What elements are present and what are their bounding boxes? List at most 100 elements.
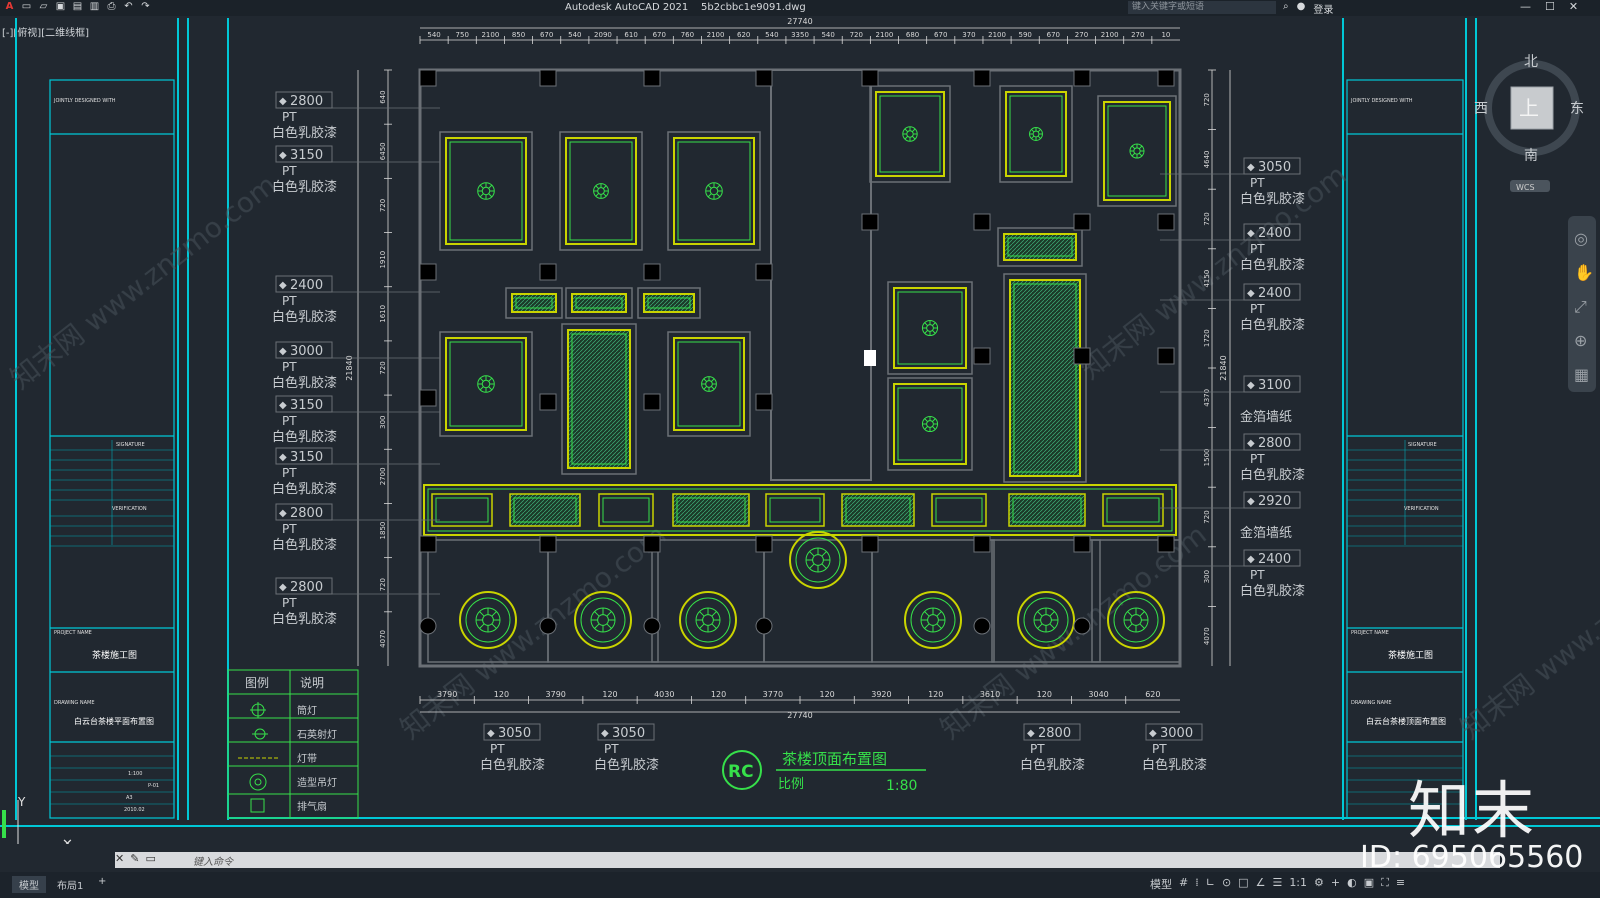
polar-icon[interactable]: ⊙ [1222, 876, 1231, 892]
bottom-dim-value: 3790 [437, 690, 457, 699]
new-file-icon[interactable]: ▭ [21, 1, 32, 13]
viewcube-north[interactable]: 北 [1524, 54, 1538, 70]
fixture-spoke [924, 611, 930, 617]
user-icon[interactable]: ● [1297, 1, 1306, 16]
bottom-dim-value: 3920 [871, 690, 891, 699]
fixture-spoke [1138, 145, 1143, 150]
fixture-spoke [1131, 145, 1136, 150]
top-dim-value: 720 [850, 31, 863, 39]
fixture-spoke [1031, 135, 1035, 139]
viewcube-south[interactable]: 南 [1524, 148, 1538, 164]
right-dim-value: 300 [1203, 570, 1211, 583]
elevation-height: 2400 [290, 278, 323, 293]
fixture-spoke [594, 611, 600, 617]
fixture-spoke [711, 611, 717, 617]
showmotion-icon[interactable]: ▦ [1574, 365, 1589, 384]
otrack-icon[interactable]: ∠ [1256, 876, 1266, 892]
grid-icon[interactable]: # [1179, 876, 1188, 892]
ceiling-fixture-inner [1133, 147, 1141, 155]
search-icon[interactable]: ⌕ [1283, 1, 1289, 16]
top-dim-value: 270 [1075, 31, 1088, 39]
command-line-icons: ✕ ✎ ▭ [115, 852, 156, 865]
wcs-menu[interactable]: WCS [1516, 183, 1535, 192]
window-controls: — ☐ ✕ [1520, 0, 1578, 13]
orbit-icon[interactable]: ⊕ [1574, 331, 1587, 350]
ortho-icon[interactable]: ∟ [1206, 876, 1215, 892]
left-scale-value: 1:100 [128, 771, 142, 777]
finish-code: PT [282, 360, 297, 374]
column [973, 347, 991, 365]
recent-commands-icon[interactable]: ▭ [145, 852, 155, 865]
pan-icon[interactable]: ✋ [1574, 263, 1594, 282]
viewcube-west[interactable]: 西 [1474, 101, 1488, 117]
top-dim-value: 670 [540, 31, 553, 39]
autocad-logo-icon[interactable]: A [4, 1, 15, 13]
minimize-icon[interactable]: — [1520, 0, 1531, 13]
top-dim-value: 760 [681, 31, 694, 39]
elevation-height: 3000 [290, 344, 323, 359]
elevation-symbol: ◆ [1247, 554, 1255, 565]
tab-model[interactable]: 模型 [12, 876, 46, 893]
login-link[interactable]: 登录 [1313, 1, 1333, 16]
fixture-spoke [1049, 611, 1055, 617]
plus-icon[interactable]: + [1331, 876, 1340, 892]
command-input[interactable]: 键入命令 [193, 853, 233, 868]
command-close-icon[interactable]: ✕ [115, 852, 124, 865]
print-icon[interactable]: ⎙ [106, 1, 117, 13]
fullscreen-icon[interactable]: ⛶ [1381, 876, 1389, 892]
lineweight-icon[interactable]: ☰ [1272, 876, 1282, 892]
column [755, 263, 773, 281]
elevation-height: 2800 [1258, 436, 1291, 451]
legend [227, 669, 359, 819]
top-dim-value: 850 [512, 31, 525, 39]
top-dim-value: 540 [427, 31, 440, 39]
bottom-dim-value: 120 [494, 690, 509, 699]
column [861, 69, 879, 87]
save-as-icon[interactable]: ▤ [72, 1, 83, 13]
annotation-scale[interactable]: 1:1 [1289, 876, 1307, 892]
full-navigation-wheel-icon[interactable]: ◎ [1574, 229, 1588, 248]
fixture-spoke [479, 377, 484, 382]
search-input[interactable]: 键入关键字或短语 [1128, 1, 1276, 14]
osnap-icon[interactable]: □ [1238, 876, 1248, 892]
viewcube[interactable]: 上 北 南 东 西 WCS [1474, 54, 1584, 192]
add-layout-icon[interactable]: + [98, 876, 106, 887]
isolate-icon[interactable]: ◐ [1347, 876, 1357, 892]
left-dim-value: 300 [379, 415, 387, 428]
quick-access-toolbar: A ▭ ▱ ▣ ▤ ▥ ⎙ ↶ ↷ [4, 1, 151, 13]
model-space-label[interactable]: 模型 [1150, 876, 1172, 892]
drawing-name-label-right: DRAWING NAME [1351, 700, 1392, 706]
hardware-accel-icon[interactable]: ▣ [1364, 876, 1374, 892]
drawing-canvas[interactable]: JOINTLY DESIGNED WITH SIGNATURE VERIFICA… [0, 16, 1600, 844]
redo-icon[interactable]: ↷ [140, 1, 151, 13]
right-title-block [1346, 79, 1464, 819]
snap-icon[interactable]: ⁞ [1195, 876, 1199, 892]
elevation-height: 2800 [290, 580, 323, 595]
command-line[interactable]: 键入命令 [115, 852, 1500, 868]
save-icon[interactable]: ▣ [55, 1, 66, 13]
ceiling-fixture-inner [812, 554, 824, 566]
designed-with-label-right: JOINTLY DESIGNED WITH [1350, 98, 1413, 104]
navigation-bar[interactable]: ◎ ✋ ⤢ ⊕ ▦ [1568, 216, 1596, 392]
ceiling-tray-inner [677, 141, 751, 241]
round-ceiling-tray-inner [910, 597, 956, 643]
customization-menu-icon[interactable]: ≡ [1396, 876, 1405, 892]
open-folder-icon[interactable]: ▱ [38, 1, 49, 13]
zoom-extents-icon[interactable]: ⤢ [1574, 297, 1587, 316]
customize-icon[interactable]: ✎ [130, 852, 139, 865]
ceiling-tray [1103, 101, 1171, 201]
tab-layout1[interactable]: 布局1 [50, 876, 90, 893]
workspace-gear-icon[interactable]: ⚙ [1314, 876, 1324, 892]
ceiling-fixture-inner [1032, 130, 1040, 138]
maximize-icon[interactable]: ☐ [1545, 0, 1555, 13]
ceiling-tray [1005, 91, 1067, 177]
corridor-panel-inner [602, 497, 650, 523]
close-icon[interactable]: ✕ [1569, 0, 1578, 13]
ceiling-tray [673, 137, 755, 245]
plot-icon[interactable]: ▥ [89, 1, 100, 13]
undo-icon[interactable]: ↶ [123, 1, 134, 13]
app-title: Autodesk AutoCAD 2021 [565, 2, 689, 13]
elevation-height: 3150 [290, 148, 323, 163]
viewcube-top[interactable]: 上 [1519, 96, 1539, 120]
viewcube-east[interactable]: 东 [1570, 101, 1584, 117]
